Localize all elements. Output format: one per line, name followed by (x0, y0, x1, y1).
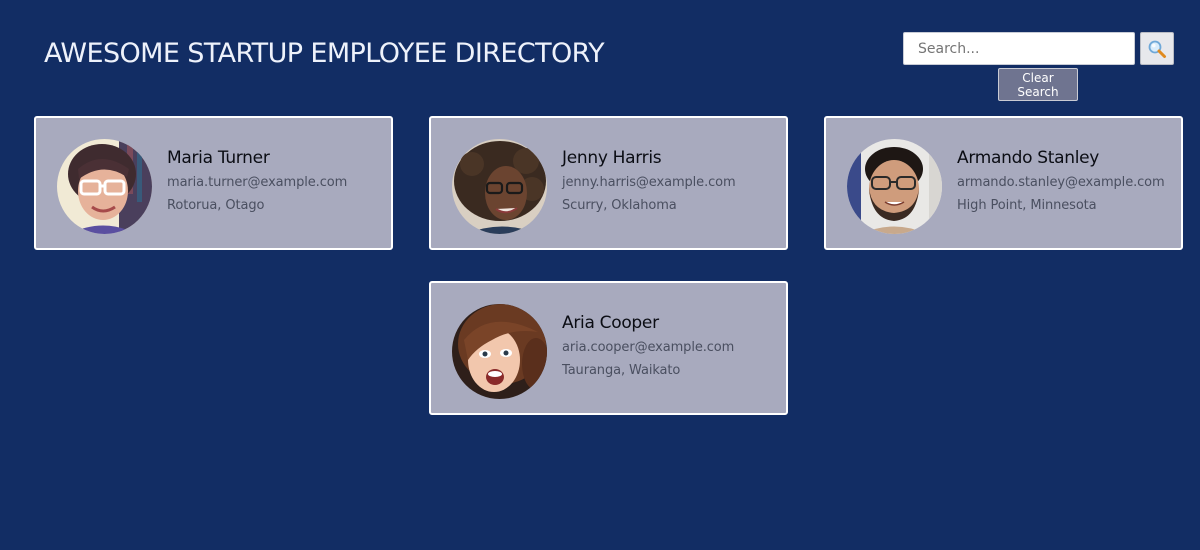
employee-info: Aria Cooper aria.cooper@example.com Taur… (562, 312, 734, 379)
employee-name: Armando Stanley (957, 148, 1100, 168)
avatar (57, 139, 152, 234)
employee-location: Rotorua, Otago (167, 198, 265, 213)
avatar (452, 139, 547, 234)
magnifying-glass-icon (1148, 40, 1166, 58)
avatar (847, 139, 942, 234)
employee-email: maria.turner@example.com (167, 175, 348, 190)
employee-location: High Point, Minnesota (957, 198, 1097, 213)
employee-email: aria.cooper@example.com (562, 340, 735, 355)
clear-search-button[interactable]: Clear Search (998, 68, 1078, 101)
employee-location: Tauranga, Waikato (562, 363, 681, 378)
employee-info: Jenny Harris jenny.harris@example.com Sc… (562, 147, 736, 214)
page: AWESOME STARTUP EMPLOYEE DIRECTORY Clear… (0, 0, 1200, 550)
employee-card[interactable]: Armando Stanley armando.stanley@example.… (824, 116, 1183, 250)
page-title: AWESOME STARTUP EMPLOYEE DIRECTORY (44, 38, 605, 69)
employee-info: Maria Turner maria.turner@example.com Ro… (167, 147, 347, 214)
employee-name: Aria Cooper (562, 313, 659, 333)
employee-card[interactable]: Maria Turner maria.turner@example.com Ro… (34, 116, 393, 250)
search-button[interactable] (1140, 32, 1174, 65)
employee-card[interactable]: Jenny Harris jenny.harris@example.com Sc… (429, 116, 788, 250)
search-input[interactable] (903, 32, 1135, 65)
employee-email: jenny.harris@example.com (562, 175, 736, 190)
employee-email: armando.stanley@example.com (957, 175, 1165, 190)
employee-name: Jenny Harris (562, 148, 662, 168)
employee-name: Maria Turner (167, 148, 270, 168)
avatar (452, 304, 547, 399)
employee-card[interactable]: Aria Cooper aria.cooper@example.com Taur… (429, 281, 788, 415)
employee-location: Scurry, Oklahoma (562, 198, 677, 213)
employee-info: Armando Stanley armando.stanley@example.… (957, 147, 1165, 214)
